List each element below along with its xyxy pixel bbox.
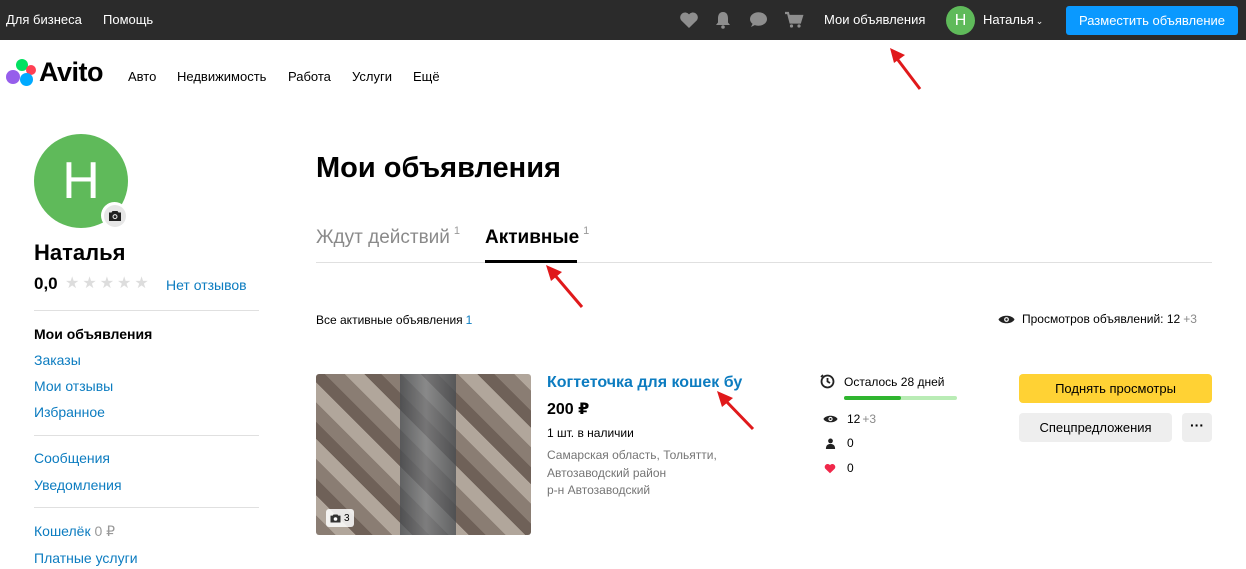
heart-icon bbox=[822, 463, 838, 474]
sidebar-item-my-reviews[interactable]: Мои отзывы bbox=[34, 378, 113, 394]
rating-stars: ★ ★ ★ ★ ★ bbox=[65, 275, 149, 293]
sidebar-item-my-ads[interactable]: Мои объявления bbox=[34, 326, 152, 342]
profile-name: Наталья bbox=[34, 240, 126, 265]
nav-item-more[interactable]: Ещё bbox=[413, 69, 440, 84]
more-options-button[interactable]: ··· bbox=[1182, 413, 1212, 442]
views-label: Просмотров объявлений: bbox=[1022, 312, 1164, 326]
logo-dots-icon bbox=[6, 57, 38, 87]
star-icon: ★ bbox=[134, 275, 149, 292]
days-left: Осталось 28 дней bbox=[820, 374, 944, 389]
photo-count-badge: 3 bbox=[326, 509, 354, 527]
photo-count: 3 bbox=[344, 512, 350, 524]
tab-waiting[interactable]: Ждут действий 1 bbox=[316, 225, 461, 249]
days-left-progress bbox=[844, 396, 957, 400]
tab-waiting-count: 1 bbox=[453, 225, 461, 237]
tab-active-count: 1 bbox=[583, 225, 590, 237]
views-value: 12 bbox=[1166, 312, 1181, 326]
listing-views: 12 +3 bbox=[822, 412, 876, 426]
rating-value: 0,0 bbox=[34, 274, 58, 293]
star-icon: ★ bbox=[65, 275, 80, 292]
star-icon: ★ bbox=[99, 275, 115, 292]
timer-icon bbox=[820, 374, 835, 389]
chat-icon[interactable] bbox=[748, 11, 768, 29]
listing-address-line: р-н Автозаводский bbox=[547, 483, 651, 497]
divider bbox=[34, 507, 259, 508]
nav-item-services[interactable]: Услуги bbox=[352, 69, 392, 84]
listing-address-line: Самарская область, Тольятти, bbox=[547, 448, 717, 462]
days-left-text: Осталось 28 дней bbox=[844, 374, 945, 389]
camera-icon bbox=[330, 514, 341, 522]
all-active-label: Все активные объявления bbox=[316, 313, 463, 327]
divider bbox=[34, 435, 259, 436]
logo-text: Avito bbox=[39, 56, 104, 87]
tabs-divider bbox=[316, 262, 1212, 263]
annotation-arrow-icon bbox=[717, 391, 755, 431]
heart-icon[interactable] bbox=[679, 11, 699, 29]
listing-views-value: 12 bbox=[847, 412, 861, 426]
annotation-arrow-icon bbox=[890, 48, 922, 90]
page-title: Мои объявления bbox=[316, 152, 561, 184]
user-name: Наталья bbox=[983, 12, 1034, 27]
sidebar-item-paid-services[interactable]: Платные услуги bbox=[34, 550, 138, 566]
tab-active-label: Активные bbox=[485, 227, 580, 248]
nav-item-auto[interactable]: Авто bbox=[128, 69, 156, 84]
wallet-balance: 0 ₽ bbox=[94, 523, 116, 539]
views-summary: Просмотров объявлений: 12 +3 bbox=[998, 312, 1197, 326]
all-active-count: 1 bbox=[465, 313, 473, 327]
listing-title-link[interactable]: Когтеточка для кошек бу bbox=[547, 374, 742, 392]
avatar[interactable]: Н bbox=[946, 6, 975, 35]
business-link[interactable]: Для бизнеса bbox=[6, 12, 82, 27]
camera-icon bbox=[103, 204, 126, 227]
reviews-link[interactable]: Нет отзывов bbox=[166, 277, 247, 293]
help-link[interactable]: Помощь bbox=[103, 12, 153, 27]
my-ads-link[interactable]: Мои объявления bbox=[824, 12, 925, 27]
nav-item-jobs[interactable]: Работа bbox=[288, 69, 331, 84]
wallet-label: Кошелёк bbox=[34, 523, 91, 539]
bell-icon[interactable] bbox=[713, 11, 733, 29]
listing-contacts-value: 0 bbox=[847, 436, 854, 450]
sidebar-item-favorites[interactable]: Избранное bbox=[34, 404, 105, 420]
nav-item-realty[interactable]: Недвижимость bbox=[177, 69, 266, 84]
eye-icon bbox=[998, 315, 1015, 323]
listing-address-line: Автозаводский район bbox=[547, 466, 667, 480]
sidebar-item-orders[interactable]: Заказы bbox=[34, 352, 81, 368]
listing-contacts: 0 bbox=[822, 436, 854, 450]
user-menu[interactable]: Наталья ⌄ bbox=[983, 12, 1043, 27]
eye-icon bbox=[822, 414, 838, 424]
listing-views-delta: +3 bbox=[862, 412, 877, 426]
listing-stock: 1 шт. в наличии bbox=[547, 426, 634, 440]
chevron-down-icon: ⌄ bbox=[1035, 16, 1044, 26]
change-photo-button[interactable] bbox=[101, 202, 128, 229]
boost-views-button[interactable]: Поднять просмотры bbox=[1019, 374, 1212, 403]
sidebar-item-wallet[interactable]: Кошелёк 0 ₽ bbox=[34, 523, 115, 540]
divider bbox=[34, 310, 259, 311]
listing-favorites-value: 0 bbox=[847, 461, 854, 475]
person-icon bbox=[822, 438, 838, 449]
place-ad-button[interactable]: Разместить объявление bbox=[1066, 6, 1238, 35]
days-left-progress-fill bbox=[844, 396, 901, 400]
annotation-arrow-icon bbox=[546, 265, 584, 308]
avito-logo[interactable]: Avito bbox=[6, 56, 104, 88]
all-active-filter[interactable]: Все активные объявления 1 bbox=[316, 313, 472, 327]
sidebar-item-notifications[interactable]: Уведомления bbox=[34, 477, 122, 493]
views-delta: +3 bbox=[1183, 312, 1197, 326]
star-icon: ★ bbox=[82, 275, 97, 292]
cart-icon[interactable] bbox=[784, 11, 804, 29]
sidebar-item-messages[interactable]: Сообщения bbox=[34, 450, 110, 466]
special-offers-button[interactable]: Спецпредложения bbox=[1019, 413, 1172, 442]
tab-waiting-label: Ждут действий bbox=[316, 227, 450, 248]
tab-active[interactable]: Активные 1 bbox=[485, 225, 590, 249]
star-icon: ★ bbox=[117, 275, 132, 292]
top-bar: Для бизнеса Помощь Мои объявления Н Ната… bbox=[0, 0, 1246, 40]
listing-price: 200 ₽ bbox=[547, 401, 590, 418]
listing-favorites: 0 bbox=[822, 461, 854, 475]
